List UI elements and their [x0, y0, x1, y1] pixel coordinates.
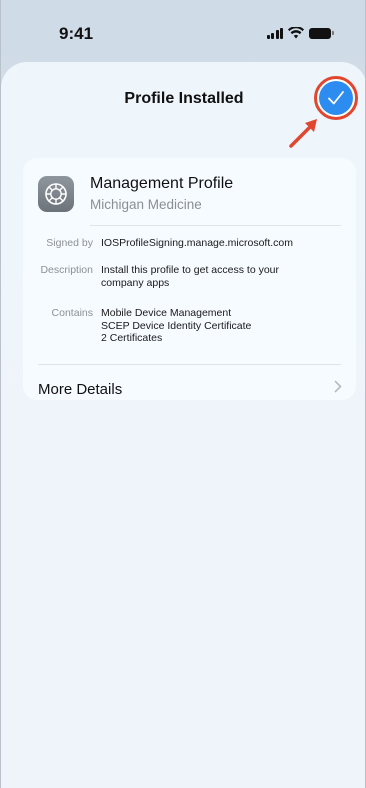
profile-sheet: Profile Installed Management Profile Mic…	[1, 62, 365, 788]
phone-screen: 9:41 Profile Installed Management Profil…	[0, 0, 366, 788]
page-title: Profile Installed	[124, 90, 244, 107]
contains-item: SCEP Device Identity Certificate	[101, 319, 252, 332]
profile-name: Management Profile	[90, 175, 234, 192]
contains-label: Contains	[51, 307, 93, 319]
status-bar: 9:41	[1, 0, 365, 62]
done-button-fill	[319, 81, 353, 115]
status-icons	[266, 27, 334, 39]
settings-gear-icon	[38, 176, 74, 212]
checkmark-icon	[328, 91, 344, 105]
profile-organization: Michigan Medicine	[90, 197, 202, 212]
wifi-icon	[288, 27, 304, 39]
description-label: Description	[40, 264, 93, 276]
status-time: 9:41	[59, 24, 94, 43]
signed-by-label: Signed by	[46, 237, 93, 249]
contains-item: Mobile Device Management	[101, 307, 232, 319]
contains-item: 2 Certificates	[101, 332, 163, 344]
divider	[90, 225, 341, 226]
battery-icon	[309, 27, 334, 39]
description-value: Install this profile to get access to yo…	[101, 264, 280, 289]
cellular-signal-icon	[266, 27, 283, 39]
profile-card: Management Profile Michigan Medicine Sig…	[23, 158, 356, 400]
more-details-label: More Details	[38, 381, 123, 398]
signed-by-value: IOSProfileSigning.manage.microsoft.com	[101, 237, 293, 249]
annotation-arrow-icon	[289, 119, 317, 148]
chevron-right-icon	[334, 380, 342, 398]
